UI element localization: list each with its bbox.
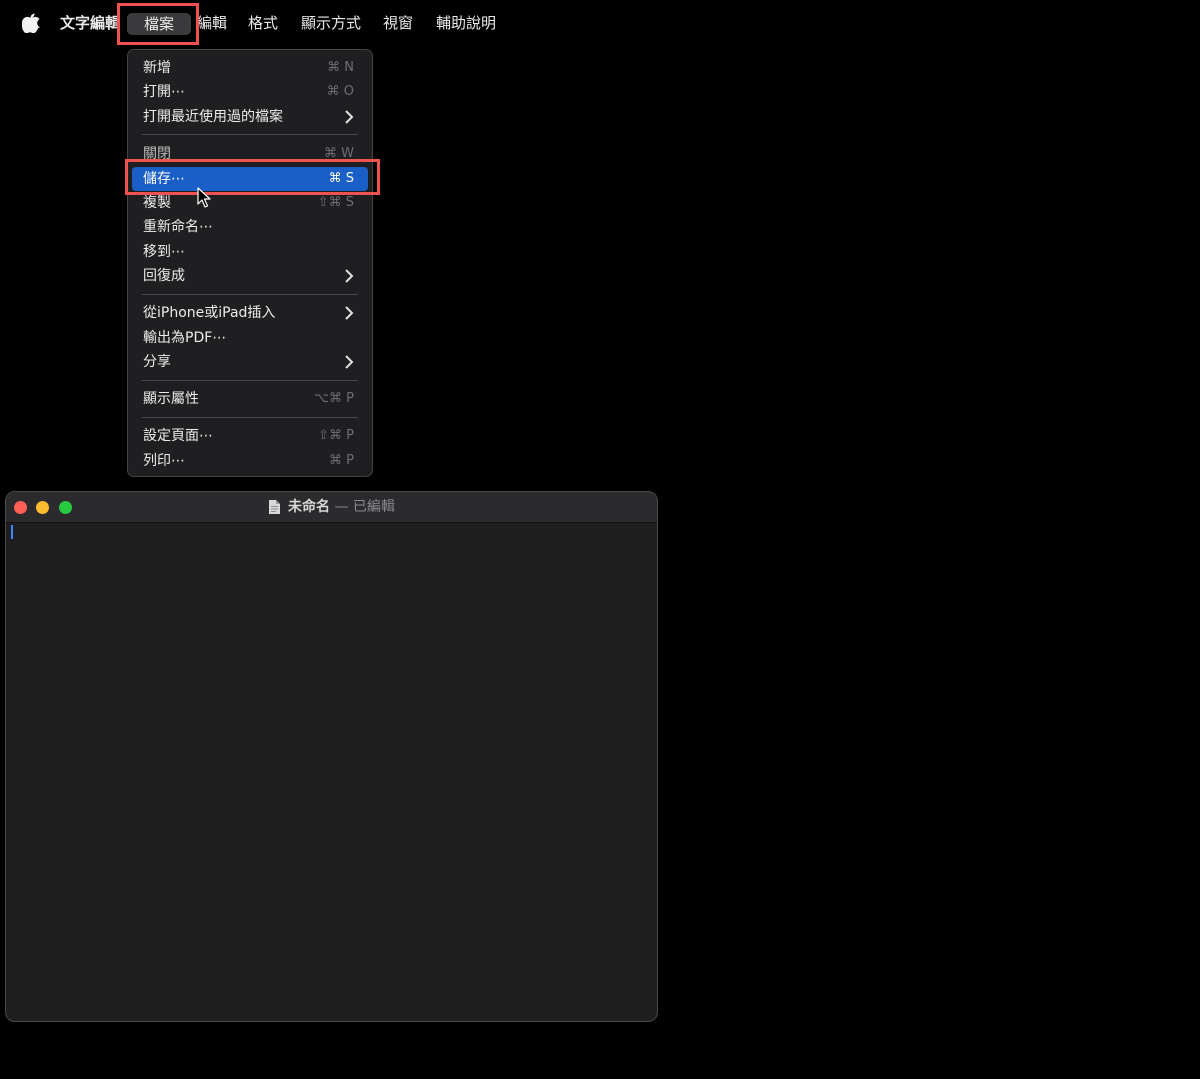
document-name: 未命名 — [288, 499, 330, 515]
text-editing-area[interactable] — [6, 523, 657, 1021]
menu-bar: 文字編輯 檔案 編輯 格式 顯示方式 視窗 輔助說明 — [0, 0, 1200, 46]
menu-item-label: 關閉 — [143, 146, 171, 162]
menu-item-shortcut: ⌥⌘ P — [314, 391, 354, 406]
pointer-cursor-icon — [197, 187, 211, 208]
close-window-button[interactable] — [14, 501, 27, 514]
window-title-bar[interactable]: 未命名 — 已編輯 — [6, 492, 657, 523]
menu-item-label: 重新命名⋯ — [143, 219, 213, 235]
document-icon — [269, 500, 280, 514]
menu-item-label: 分享 — [143, 354, 171, 370]
menu-item-label: 從iPhone或iPad插入 — [143, 305, 276, 321]
title-separator: — — [334, 499, 349, 515]
menu-item-shortcut: ⇧⌘ S — [317, 195, 354, 210]
menu-separator — [142, 417, 358, 418]
chevron-right-icon — [345, 355, 354, 369]
menu-item-shortcut: ⌘ P — [329, 453, 354, 468]
menu-item-open[interactable]: 打開⋯ ⌘ O — [132, 80, 368, 104]
menu-item-export-pdf[interactable]: 輸出為PDF⋯ — [132, 326, 368, 350]
menu-item-open-recent[interactable]: 打開最近使用過的檔案 — [132, 105, 368, 129]
menu-item-show-properties[interactable]: 顯示屬性 ⌥⌘ P — [132, 387, 368, 411]
menu-item-label: 複製 — [143, 195, 171, 211]
window-title: 未命名 — 已編輯 — [288, 498, 395, 516]
menu-item-label: 新增 — [143, 60, 171, 76]
menu-item-label: 儲存⋯ — [143, 171, 185, 187]
menu-window[interactable]: 視窗 — [383, 14, 413, 32]
menu-item-share[interactable]: 分享 — [132, 350, 368, 374]
menu-item-label: 打開⋯ — [143, 84, 185, 100]
menu-view[interactable]: 顯示方式 — [301, 14, 361, 32]
menu-item-page-setup[interactable]: 設定頁面⋯ ⇧⌘ P — [132, 424, 368, 448]
menu-item-shortcut: ⇧⌘ P — [318, 428, 354, 443]
menu-item-label: 打開最近使用過的檔案 — [143, 109, 283, 125]
menu-separator — [142, 380, 358, 381]
menu-item-label: 顯示屬性 — [143, 391, 199, 407]
menu-item-label: 設定頁面⋯ — [143, 428, 213, 444]
menu-item-duplicate[interactable]: 複製 ⇧⌘ S — [132, 191, 368, 215]
menu-separator — [142, 294, 358, 295]
menu-help[interactable]: 輔助說明 — [436, 14, 496, 32]
menu-item-print[interactable]: 列印⋯ ⌘ P — [132, 449, 368, 473]
menu-item-shortcut: ⌘ S — [328, 171, 354, 186]
text-edit-window: 未命名 — 已編輯 — [5, 491, 658, 1022]
edited-status: 已編輯 — [352, 499, 395, 515]
menu-item-label: 列印⋯ — [143, 453, 185, 469]
zoom-window-button[interactable] — [59, 501, 72, 514]
text-caret — [11, 525, 13, 539]
menu-item-new[interactable]: 新增 ⌘ N — [132, 56, 368, 80]
file-menu-dropdown: 新增 ⌘ N 打開⋯ ⌘ O 打開最近使用過的檔案 關閉 ⌘ W 儲存⋯ ⌘ S… — [127, 49, 373, 477]
menu-item-shortcut: ⌘ N — [327, 60, 354, 75]
menu-item-revert-to[interactable]: 回復成 — [132, 264, 368, 288]
chevron-right-icon — [345, 110, 354, 124]
menu-item-label: 移到⋯ — [143, 244, 185, 260]
menu-format[interactable]: 格式 — [248, 14, 278, 32]
menu-app-name[interactable]: 文字編輯 — [60, 14, 120, 32]
minimize-window-button[interactable] — [36, 501, 49, 514]
apple-logo-icon[interactable] — [22, 13, 40, 33]
chevron-right-icon — [345, 269, 354, 283]
menu-item-save[interactable]: 儲存⋯ ⌘ S — [132, 167, 368, 191]
menu-edit[interactable]: 編輯 — [197, 14, 227, 32]
menu-item-move-to[interactable]: 移到⋯ — [132, 240, 368, 264]
menu-item-shortcut: ⌘ W — [324, 146, 354, 161]
menu-item-shortcut: ⌘ O — [326, 84, 354, 99]
menu-item-label: 回復成 — [143, 268, 185, 284]
menu-item-rename[interactable]: 重新命名⋯ — [132, 215, 368, 239]
menu-item-label: 輸出為PDF⋯ — [143, 330, 227, 346]
menu-file[interactable]: 檔案 — [127, 13, 191, 35]
menu-item-insert-from-iphone[interactable]: 從iPhone或iPad插入 — [132, 301, 368, 325]
menu-item-close[interactable]: 關閉 ⌘ W — [132, 142, 368, 166]
menu-separator — [142, 134, 358, 135]
chevron-right-icon — [345, 306, 354, 320]
